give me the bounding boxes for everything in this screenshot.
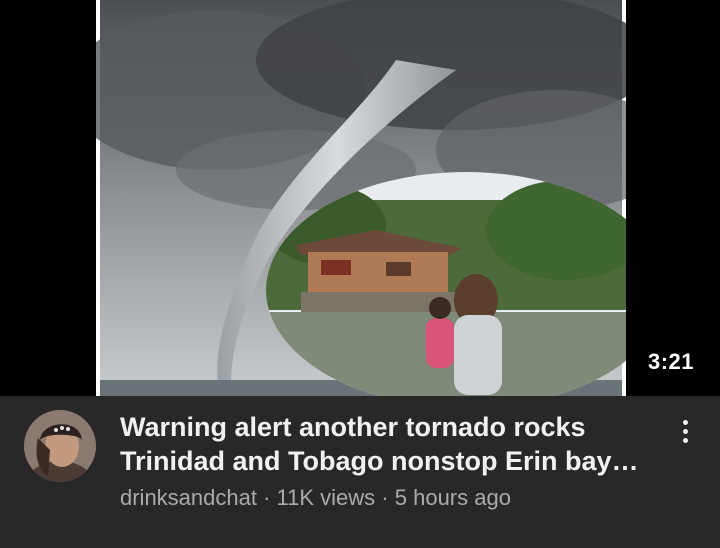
menu-dot bbox=[682, 428, 688, 434]
video-info[interactable]: Warning alert another tornado rocks Trin… bbox=[0, 396, 720, 548]
avatar-image bbox=[24, 410, 96, 482]
channel-name[interactable]: drinksandchat bbox=[120, 485, 257, 510]
video-metadata: drinksandchat · 11K views · 5 hours ago bbox=[120, 485, 680, 511]
meta-separator: · bbox=[256, 485, 277, 510]
menu-dot bbox=[682, 419, 688, 425]
meta-separator: · bbox=[375, 485, 395, 510]
video-thumbnail-area[interactable]: 3:21 bbox=[0, 0, 720, 396]
view-count: 11K views bbox=[276, 485, 376, 510]
channel-avatar[interactable] bbox=[24, 410, 96, 482]
video-title[interactable]: Warning alert another tornado rocks Trin… bbox=[120, 410, 660, 478]
video-duration-badge: 3:21 bbox=[641, 346, 700, 378]
menu-dot bbox=[682, 437, 688, 443]
video-thumbnail[interactable] bbox=[96, 0, 626, 396]
upload-age: 5 hours ago bbox=[394, 485, 511, 510]
more-vert-icon[interactable] bbox=[670, 416, 700, 446]
thumbnail-image bbox=[96, 0, 626, 396]
